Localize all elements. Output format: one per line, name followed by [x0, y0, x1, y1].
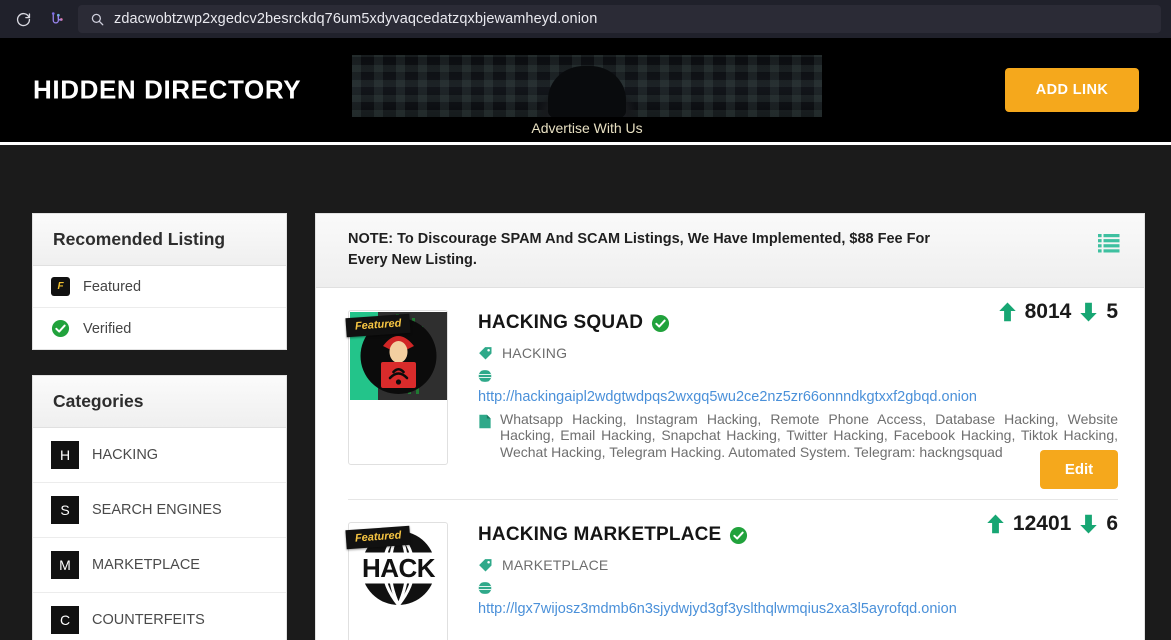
- listing-title[interactable]: HACKING MARKETPLACE: [478, 524, 721, 546]
- sidebar-item-label: SEARCH ENGINES: [92, 502, 222, 518]
- categories-panel: Categories H HACKING S SEARCH ENGINES M …: [32, 375, 287, 640]
- sidebar-item-label: HACKING: [92, 447, 159, 463]
- listing-title[interactable]: HACKING SQUAD: [478, 312, 643, 334]
- downvote-icon[interactable]: [1078, 301, 1099, 323]
- globe-icon: [478, 581, 492, 595]
- listing-description-row: Whatsapp Hacking, Instagram Hacking, Rem…: [478, 411, 1118, 460]
- listing-description: Whatsapp Hacking, Instagram Hacking, Rem…: [500, 411, 1118, 460]
- hacker-banner-image: [352, 55, 822, 117]
- advertise-with-us-link[interactable]: Advertise With Us: [352, 120, 822, 136]
- listing-thumbnail[interactable]: Featured HACK: [345, 522, 448, 640]
- upvote-icon[interactable]: [997, 301, 1018, 323]
- listing-vote-counts: 8014 5: [997, 300, 1118, 324]
- sidebar-item-search-engines[interactable]: S SEARCH ENGINES: [33, 483, 286, 538]
- globe-icon: [478, 369, 492, 383]
- sidebar-item-marketplace[interactable]: M MARKETPLACE: [33, 538, 286, 593]
- notice-prefix: NOTE:: [348, 231, 394, 247]
- main-content: NOTE: To Discourage SPAM And SCAM Listin…: [315, 213, 1145, 640]
- listing-row[interactable]: Featured HACK HACKING MARKETPLACE MARKET…: [316, 500, 1144, 640]
- site-header: HIDDEN DIRECTORY Advertise With Us ADD L…: [0, 38, 1171, 142]
- spam-notice-text: NOTE: To Discourage SPAM And SCAM Listin…: [348, 229, 948, 271]
- sidebar-item-label: Verified: [83, 320, 132, 337]
- edit-button[interactable]: Edit: [1040, 450, 1118, 490]
- search-icon: [90, 12, 105, 27]
- listing-category-row: HACKING: [478, 345, 1118, 361]
- listing-category[interactable]: HACKING: [502, 345, 567, 361]
- recommended-listing-title: Recomended Listing: [33, 214, 286, 266]
- verified-check-icon: [729, 526, 748, 545]
- listing-url-row: http://hackingaipl2wdgtwdpqs2wxgq5wu2ce2…: [478, 369, 1118, 405]
- spam-notice: NOTE: To Discourage SPAM And SCAM Listin…: [316, 214, 1144, 289]
- page-body: Recomended Listing F Featured Verified C…: [0, 145, 1171, 640]
- svg-text:HACK: HACK: [362, 553, 436, 583]
- listing-category-row: MARKETPLACE: [478, 557, 1118, 573]
- site-brand-title: HIDDEN DIRECTORY: [33, 74, 302, 105]
- category-letter-icon: H: [51, 441, 79, 469]
- add-link-button[interactable]: ADD LINK: [1005, 68, 1139, 112]
- document-icon: [478, 414, 492, 460]
- upvote-icon[interactable]: [985, 513, 1006, 535]
- tag-icon: [478, 558, 493, 573]
- sidebar-item-counterfeits[interactable]: C COUNTERFEITS: [33, 593, 286, 640]
- tor-circuit-icon[interactable]: [44, 6, 70, 32]
- notice-body: To Discourage SPAM And SCAM Listings, We…: [348, 231, 930, 269]
- listing-thumbnail[interactable]: Featured: [345, 310, 448, 466]
- verified-check-icon: [651, 314, 670, 333]
- address-bar-text: zdacwobtzwp2xgedcv2besrckdq76um5xdyvaqce…: [114, 11, 598, 27]
- list-view-icon[interactable]: [1098, 233, 1120, 258]
- category-letter-icon: C: [51, 606, 79, 634]
- advertise-banner[interactable]: Advertise With Us: [352, 55, 822, 136]
- sidebar-item-verified[interactable]: Verified: [33, 308, 286, 349]
- upvote-count: 8014: [1024, 300, 1072, 324]
- sidebar-item-hacking[interactable]: H HACKING: [33, 428, 286, 483]
- listing-row[interactable]: Featured HACKING SQUAD HACKING http://ha…: [316, 288, 1144, 490]
- sidebar-item-label: COUNTERFEITS: [92, 612, 205, 628]
- category-letter-icon: S: [51, 496, 79, 524]
- browser-toolbar: zdacwobtzwp2xgedcv2besrckdq76um5xdyvaqce…: [0, 0, 1171, 38]
- downvote-count: 6: [1106, 512, 1118, 536]
- downvote-icon[interactable]: [1078, 513, 1099, 535]
- listing-details: HACKING SQUAD HACKING http://hackingaipl…: [448, 310, 1118, 465]
- listing-url[interactable]: http://hackingaipl2wdgtwdpqs2wxgq5wu2ce2…: [478, 389, 1118, 405]
- featured-badge-icon: F: [51, 277, 70, 296]
- tag-icon: [478, 346, 493, 361]
- category-letter-icon: M: [51, 551, 79, 579]
- listing-details: HACKING MARKETPLACE MARKETPLACE http://l…: [448, 522, 1118, 640]
- reload-icon[interactable]: [10, 6, 36, 32]
- verified-check-icon: [51, 319, 70, 338]
- recommended-listing-panel: Recomended Listing F Featured Verified: [32, 213, 287, 350]
- listing-url-row: http://lgx7wijosz3mdmb6n3sjydwjyd3gf3ysl…: [478, 581, 1118, 617]
- address-bar[interactable]: zdacwobtzwp2xgedcv2besrckdq76um5xdyvaqce…: [78, 5, 1161, 33]
- upvote-count: 12401: [1012, 512, 1072, 536]
- sidebar-item-label: Featured: [83, 278, 142, 295]
- sidebar-item-label: MARKETPLACE: [92, 557, 200, 573]
- listing-url[interactable]: http://lgx7wijosz3mdmb6n3sjydwjyd3gf3ysl…: [478, 601, 1118, 617]
- listing-category[interactable]: MARKETPLACE: [502, 557, 608, 573]
- sidebar: Recomended Listing F Featured Verified C…: [32, 213, 287, 640]
- categories-title: Categories: [33, 376, 286, 428]
- listing-vote-counts: 12401 6: [985, 512, 1118, 536]
- sidebar-item-featured[interactable]: F Featured: [33, 266, 286, 308]
- downvote-count: 5: [1106, 300, 1118, 324]
